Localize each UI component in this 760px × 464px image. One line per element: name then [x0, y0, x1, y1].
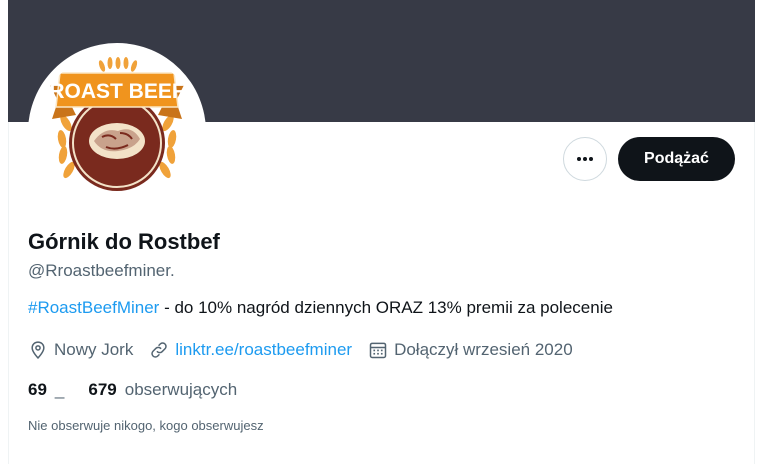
- left-divider: [8, 122, 9, 464]
- followers-count: 679: [88, 380, 117, 399]
- display-name: Górnik do Rostbef: [28, 229, 220, 254]
- follow-stats: 69 _ 679 obserwujących: [28, 378, 237, 402]
- website-item: linktr.ee/roastbeefminer: [149, 340, 352, 360]
- roast-beef-logo: ROAST BEEF: [49, 57, 185, 191]
- profile-meta: Nowy Jork linktr.ee/roastbeefminer Dołąc…: [28, 338, 589, 362]
- more-horizontal-icon: [577, 157, 593, 161]
- following-label: _: [54, 380, 65, 399]
- profile-bio: #RoastBeefMiner - do 10% nagród dziennyc…: [28, 298, 613, 318]
- user-handle: @Rroastbeefminer.: [28, 261, 175, 280]
- followers-label: obserwujących: [124, 380, 238, 399]
- bio-text: - do 10% nagród dziennych ORAZ 13% premi…: [159, 298, 613, 317]
- location-text: Nowy Jork: [54, 340, 134, 359]
- followers-stat[interactable]: 679 obserwujących: [88, 380, 237, 400]
- right-divider: [754, 122, 755, 464]
- website-link[interactable]: linktr.ee/roastbeefminer: [175, 340, 352, 360]
- location-pin-icon: [31, 341, 45, 359]
- follow-button[interactable]: Podążać: [618, 137, 735, 181]
- logo-text: ROAST BEEF: [49, 80, 185, 103]
- location-item: Nowy Jork: [28, 340, 133, 360]
- avatar[interactable]: ROAST BEEF: [36, 51, 198, 213]
- followers-you-know-note: Nie obserwuje nikogo, kogo obserwujesz: [28, 418, 264, 433]
- calendar-icon: [369, 342, 387, 359]
- following-count: 69: [28, 380, 47, 399]
- more-options-button[interactable]: [563, 137, 607, 181]
- link-icon: [151, 342, 168, 358]
- bio-hashtag-link[interactable]: #RoastBeefMiner: [28, 298, 159, 317]
- following-stat[interactable]: 69 _: [28, 380, 64, 400]
- joined-item: Dołączył wrzesień 2020: [368, 340, 573, 360]
- joined-date: Dołączył wrzesień 2020: [394, 340, 573, 359]
